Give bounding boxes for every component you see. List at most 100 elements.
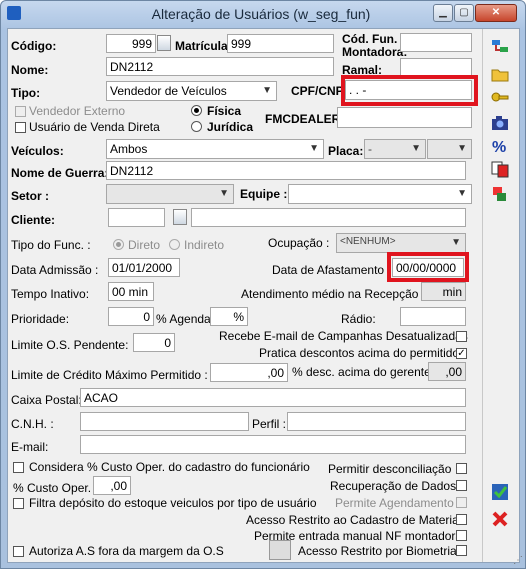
prioridade-label: Prioridade:: [11, 312, 70, 326]
cod-fun-montadora-input[interactable]: [400, 33, 472, 52]
considera-custo-label: Considera % Custo Oper. do cadastro do f…: [29, 460, 310, 474]
camera-icon[interactable]: [490, 113, 510, 133]
direto-radio[interactable]: [113, 239, 124, 250]
email-input[interactable]: [80, 435, 466, 454]
limite-credito-input[interactable]: ,00: [210, 363, 288, 382]
pratica-descontos-checkbox[interactable]: ✓: [456, 348, 467, 359]
recuperacao-dados-checkbox[interactable]: [456, 480, 467, 491]
perfil-input[interactable]: [287, 412, 466, 431]
folder-icon[interactable]: [490, 64, 510, 84]
acesso-restrito-material-label: Acesso Restrito ao Cadastro de Material: [246, 513, 462, 527]
fmcdealer-input[interactable]: [337, 107, 472, 128]
close-button[interactable]: ✕: [475, 4, 517, 22]
svg-text:%: %: [492, 139, 506, 156]
equipe-label: Equipe :: [240, 187, 288, 201]
acesso-restrito-material-checkbox[interactable]: [456, 514, 467, 525]
ocupacao-label: Ocupação :: [268, 236, 330, 250]
ocupacao-select[interactable]: <NENHUM> ▼: [336, 233, 466, 253]
permitir-desconciliacao-label: Permitir desconciliação: [328, 462, 452, 476]
nome-guerra-input[interactable]: DN2112: [106, 161, 466, 180]
nome-guerra-label: Nome de Guerra:: [11, 166, 109, 180]
equipe-select[interactable]: ▼: [288, 184, 472, 204]
chevron-down-icon: ▼: [451, 237, 461, 248]
chevron-down-icon: ▼: [457, 188, 467, 199]
key-icon[interactable]: [490, 87, 510, 107]
nome-input[interactable]: DN2112: [106, 57, 334, 76]
pct-desc-gerente-input[interactable]: ,00: [428, 362, 466, 381]
pct-agenda-input[interactable]: %: [210, 307, 248, 326]
cards-icon[interactable]: [490, 159, 510, 179]
maximize-button[interactable]: ▢: [454, 4, 474, 22]
codigo-label: Código:: [11, 39, 57, 53]
cliente-code-input[interactable]: [108, 208, 165, 227]
resize-grip-icon[interactable]: ⋰: [513, 555, 523, 566]
atendimento-medio-label: Atendimento médio na Recepção :: [241, 287, 426, 301]
tipo-value: Vendedor de Veículos: [110, 84, 227, 98]
indireto-label: Indireto: [184, 238, 225, 252]
permitir-desconciliacao-checkbox[interactable]: [456, 463, 467, 474]
percent-icon[interactable]: %: [490, 136, 510, 156]
setor-select[interactable]: ▼: [106, 184, 234, 204]
chevron-down-icon: ▼: [309, 143, 319, 154]
cliente-name-input[interactable]: [191, 208, 466, 227]
data-admissao-input[interactable]: 01/01/2000: [108, 258, 180, 277]
limite-os-input[interactable]: 0: [133, 333, 175, 352]
save-icon[interactable]: [490, 482, 510, 502]
placa-select[interactable]: - ▼: [364, 139, 426, 159]
pct-custo-oper-input[interactable]: ,00: [93, 476, 131, 495]
prioridade-input[interactable]: 0: [108, 307, 154, 326]
chevron-down-icon: ▼: [262, 85, 272, 96]
matricula-input[interactable]: 999: [227, 34, 334, 53]
acesso-restrito-biometria-checkbox[interactable]: [456, 545, 467, 556]
form-area: Código: 999 Matrícula: 999 Cód. Fun. Mon…: [7, 28, 520, 563]
recebe-email-checkbox[interactable]: [456, 331, 467, 342]
data-afastamento-label: Data de Afastamento :: [272, 263, 391, 277]
atendimento-medio-input[interactable]: min: [421, 282, 466, 301]
autoriza-as-label: Autoriza A.S fora da margem da O.S: [29, 544, 224, 558]
cpf-highlight: [341, 75, 478, 106]
juridica-radio[interactable]: [191, 121, 202, 132]
title-bar: Alteração de Usuários (w_seg_fun) ▁ ▢ ✕: [1, 1, 525, 29]
placa-uf-select[interactable]: ▼: [427, 139, 472, 159]
biometria-button[interactable]: [269, 540, 291, 560]
veiculos-select[interactable]: Ambos ▼: [106, 139, 324, 159]
chevron-down-icon: ▼: [219, 188, 229, 199]
codigo-lookup-button[interactable]: [157, 35, 171, 51]
considera-custo-checkbox[interactable]: [13, 462, 24, 473]
tipo-label: Tipo:: [11, 86, 41, 100]
usuario-venda-direta-label: Usuário de Venda Direta: [29, 120, 160, 134]
tipo-select[interactable]: Vendedor de Veículos ▼: [106, 81, 277, 101]
minimize-button[interactable]: ▁: [433, 4, 453, 22]
cnh-input[interactable]: [80, 412, 249, 431]
cliente-lookup-button[interactable]: [173, 209, 187, 225]
pct-custo-oper-label: % Custo Oper.: [13, 481, 92, 495]
direto-label: Direto: [128, 238, 161, 252]
fmcdealer-label: FMCDEALER:: [265, 112, 345, 126]
autoriza-as-checkbox[interactable]: [13, 546, 24, 557]
users-flag-icon[interactable]: [490, 184, 510, 204]
tipo-func-label: Tipo do Func. :: [11, 238, 91, 252]
tempo-inativo-input[interactable]: 00 min: [108, 282, 154, 301]
indireto-radio[interactable]: [169, 239, 180, 250]
filtra-deposito-checkbox[interactable]: [13, 498, 24, 509]
usuario-venda-direta-checkbox[interactable]: [15, 122, 26, 133]
data-admissao-label: Data Admissão :: [11, 263, 99, 277]
pct-desc-gerente-label: % desc. acima do gerente:: [292, 365, 435, 379]
vendedor-externo-checkbox[interactable]: [15, 106, 26, 117]
permite-entrada-nf-checkbox[interactable]: [456, 530, 467, 541]
radio-input[interactable]: [400, 307, 466, 326]
pct-agenda-label: % Agenda:: [156, 312, 215, 326]
veiculos-label: Veículos:: [11, 144, 64, 158]
afastamento-highlight: [387, 252, 469, 282]
cod-fun-montadora-label: Cód. Fun. Montadora:: [342, 32, 408, 59]
permite-agendamento-checkbox[interactable]: [456, 497, 467, 508]
matricula-label: Matrícula:: [175, 39, 232, 53]
structure-icon[interactable]: [490, 37, 510, 57]
acesso-restrito-biometria-label: Acesso Restrito por Biometria: [298, 544, 457, 558]
cancel-icon[interactable]: [490, 509, 510, 529]
main-window: Alteração de Usuários (w_seg_fun) ▁ ▢ ✕ …: [0, 0, 526, 569]
codigo-input[interactable]: 999: [106, 34, 156, 53]
caixa-postal-input[interactable]: ACAO: [80, 388, 466, 407]
chevron-down-icon: ▼: [411, 143, 421, 154]
fisica-radio[interactable]: [191, 105, 202, 116]
